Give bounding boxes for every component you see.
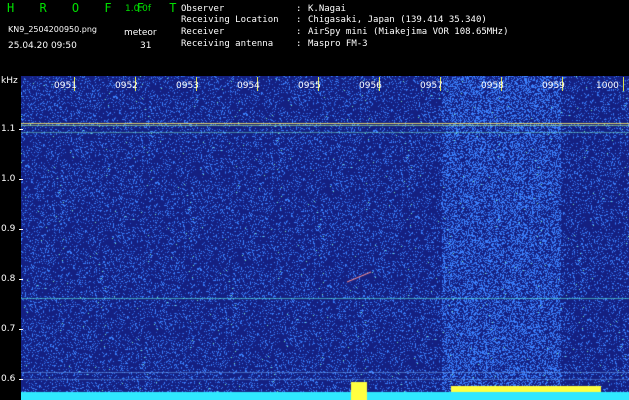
y-tick-mark xyxy=(19,229,23,230)
location-label: Receiving Location xyxy=(181,15,279,25)
app-brand: H R O F F T xyxy=(7,1,186,15)
y-tick-mark xyxy=(19,379,23,380)
x-tick-label: 0953 xyxy=(176,81,199,91)
x-tick-label: 1000 xyxy=(596,81,619,91)
antenna-label: Receiving antenna xyxy=(181,39,274,49)
receiver-label: Receiver xyxy=(181,27,225,37)
x-tick-label: 0951 xyxy=(54,81,77,91)
antenna-colon: : xyxy=(296,39,302,49)
meteor-label: meteor xyxy=(124,28,157,38)
header-panel: H R O F F T 1.0.0f KN9_2504200950.png me… xyxy=(0,0,629,76)
app-version: 1.0.0f xyxy=(125,4,152,14)
y-tick-label: 0.9 xyxy=(1,224,16,234)
y-axis-unit: kHz xyxy=(1,76,18,86)
date-time: 25.04.20 09:50 xyxy=(8,41,77,51)
y-tick-label: 0.8 xyxy=(1,274,16,284)
x-tick-label: 0956 xyxy=(359,81,382,91)
x-tick-label: 0957 xyxy=(420,81,443,91)
location-colon: : xyxy=(296,15,302,25)
x-tick-label: 0955 xyxy=(298,81,321,91)
file-name: KN9_2504200950.png xyxy=(8,25,97,34)
x-tick-label: 0954 xyxy=(237,81,260,91)
y-tick-label: 0.7 xyxy=(1,324,16,334)
spectrogram xyxy=(21,76,629,400)
x-tick-label: 0959 xyxy=(542,81,565,91)
x-tick-mark xyxy=(623,77,624,91)
location-value: Chigasaki, Japan (139.414 35.340) xyxy=(308,15,487,25)
y-tick-mark xyxy=(19,179,23,180)
antenna-value: Maspro FM-3 xyxy=(308,39,368,49)
receiver-value: AirSpy mini (Miakejima VOR 108.65MHz) xyxy=(308,27,509,37)
x-tick-label: 0958 xyxy=(481,81,504,91)
x-tick-label: 0952 xyxy=(115,81,138,91)
y-tick-mark xyxy=(19,329,23,330)
spectrogram-canvas xyxy=(21,76,629,400)
y-tick-label: 0.6 xyxy=(1,374,16,384)
y-tick-mark xyxy=(19,279,23,280)
observer-value: K.Nagai xyxy=(308,4,346,14)
y-tick-mark xyxy=(19,129,23,130)
y-tick-label: 1.1 xyxy=(1,124,16,134)
meteor-count: 31 xyxy=(140,41,152,51)
observer-label: Observer xyxy=(181,4,225,14)
observer-colon: : xyxy=(296,4,302,14)
y-tick-label: 1.0 xyxy=(1,174,16,184)
receiver-colon: : xyxy=(296,27,302,37)
